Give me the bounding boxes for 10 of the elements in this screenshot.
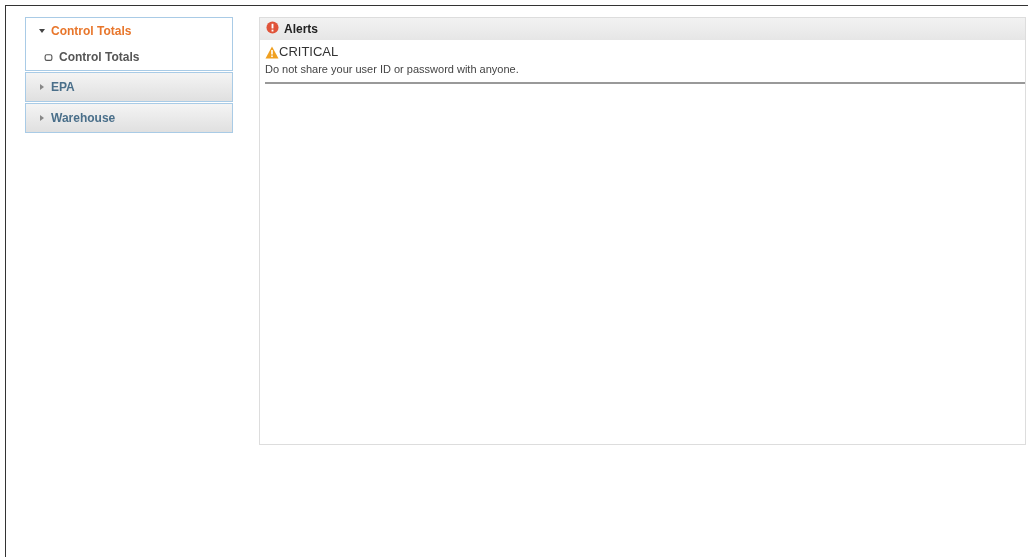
square-bullet-icon — [44, 52, 53, 62]
accordion-header[interactable]: EPA — [26, 73, 232, 101]
accordion-header[interactable]: Warehouse — [26, 104, 232, 132]
panel-title: Alerts — [284, 22, 318, 36]
exclamation-icon — [266, 20, 279, 34]
alert-message: Do not share your user ID or password with anyone. — [265, 59, 1025, 84]
caret-right-icon — [38, 83, 46, 91]
caret-down-icon — [38, 27, 46, 35]
alert-heading: CRITICAL — [279, 44, 339, 59]
caret-right-icon — [38, 114, 46, 122]
